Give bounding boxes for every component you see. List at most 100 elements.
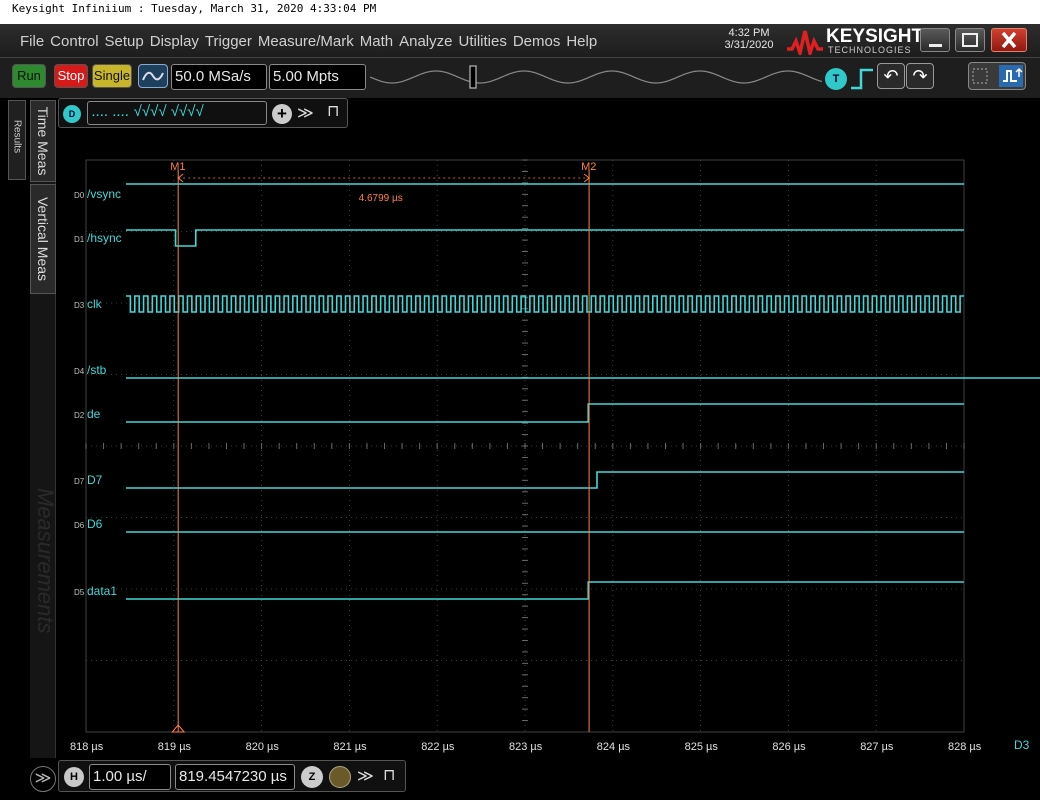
waveform-d1: [126, 229, 964, 247]
toolbar: Run Stop Single 50.0 MSa/s 5.00 Mpts T ↶…: [0, 58, 1040, 98]
redo-button[interactable]: ↷: [906, 63, 934, 89]
keysight-wave-icon: [787, 30, 823, 55]
channel-id: D2: [74, 411, 85, 420]
time-tick-label: 822 µs: [421, 741, 455, 753]
waveforms: [126, 183, 1040, 600]
menu-bar: File Control Setup Display Trigger Measu…: [0, 24, 1040, 58]
time-tick-label: 818 µs: [70, 741, 104, 753]
trigger-badge[interactable]: T: [825, 68, 847, 90]
bottom-bar: ≫ H 1.00 µs/ 819.4547230 µs Z ≫ ⊓: [0, 758, 1040, 800]
bus-bar: D .... .... √√√√ √√√√ + ≫ ⊓: [58, 98, 348, 128]
results-tab[interactable]: Results: [8, 100, 26, 180]
waveform-d3: [126, 295, 964, 313]
bus-expand-button[interactable]: ≫: [297, 103, 314, 123]
main-menu: File Control Setup Display Trigger Measu…: [20, 33, 597, 50]
horizontal-badge[interactable]: H: [64, 767, 84, 787]
add-bus-button[interactable]: +: [272, 104, 292, 124]
time-tick-label: 823 µs: [509, 741, 543, 753]
zoom-button[interactable]: Z: [301, 766, 323, 788]
waveform-d5: [126, 581, 964, 600]
bus-pin-button[interactable]: ⊓: [327, 101, 339, 121]
axis-channel-label: D3: [1014, 738, 1030, 752]
channel-label: D7: [87, 473, 103, 487]
window-caption: Keysight Infiniium : Tuesday, March 31, …: [0, 0, 1040, 24]
channel-labels: D0/vsync D1/hsync D3 clk D4/stb D2 de D7 D7 D6 D6 D…: [74, 187, 122, 598]
menu-analyze[interactable]: Analyze: [399, 33, 452, 50]
time-tick-label: 825 µs: [685, 741, 719, 753]
channel-id: D0: [74, 191, 85, 200]
acquisition-icon: [142, 71, 164, 81]
marker-label: M1: [170, 161, 185, 173]
position-knob-icon[interactable]: [329, 766, 351, 788]
menu-trigger[interactable]: Trigger: [205, 33, 252, 50]
close-button[interactable]: [991, 28, 1027, 52]
markers[interactable]: M1 M2 4.6799 µs: [170, 161, 596, 733]
undo-button[interactable]: ↶: [877, 63, 905, 89]
maximize-icon: [962, 33, 978, 47]
marker-label: M2: [581, 161, 596, 173]
waveform-d2: [126, 403, 964, 423]
time-tick-label: 821 µs: [333, 741, 367, 753]
maximize-button[interactable]: [955, 28, 985, 52]
time-tick-label: 827 µs: [860, 741, 894, 753]
memory-depth-field[interactable]: 5.00 Mpts: [269, 64, 366, 90]
layout-button[interactable]: [968, 62, 1026, 90]
minimize-button[interactable]: [920, 28, 950, 52]
menu-setup[interactable]: Setup: [105, 33, 144, 50]
channel-label: data1: [87, 584, 117, 598]
channel-label: de: [87, 407, 101, 421]
menu-file[interactable]: File: [20, 33, 44, 50]
menu-measure-mark[interactable]: Measure/Mark: [258, 33, 354, 50]
acquisition-mode-button[interactable]: [138, 64, 168, 88]
tab-vertical-meas[interactable]: Vertical Meas: [30, 184, 56, 294]
sample-rate-field[interactable]: 50.0 MSa/s: [171, 64, 267, 90]
menu-help[interactable]: Help: [566, 33, 597, 50]
stop-button[interactable]: Stop: [54, 64, 88, 88]
minimize-icon: [929, 44, 942, 47]
waveform-display[interactable]: D0/vsync D1/hsync D3 clk D4/stb D2 de D7 D7 D6 D6 D…: [60, 130, 1040, 758]
menu-demos[interactable]: Demos: [513, 33, 561, 50]
measurements-watermark: Measurements: [33, 488, 58, 634]
menu-math[interactable]: Math: [360, 33, 393, 50]
delta-label: 4.6799 µs: [359, 193, 403, 204]
time-tick-label: 820 µs: [246, 741, 280, 753]
tab-time-meas[interactable]: Time Meas: [30, 100, 56, 182]
brand-subtitle: TECHNOLOGIES: [828, 45, 912, 55]
layout-icon: [972, 65, 1023, 87]
rising-edge-icon[interactable]: [849, 66, 875, 92]
time-tick-label: 824 µs: [597, 741, 631, 753]
channel-label: /hsync: [87, 231, 122, 245]
single-button[interactable]: Single: [92, 64, 132, 88]
bus-pattern-field[interactable]: .... .... √√√√ √√√√: [87, 101, 267, 125]
channel-id: D4: [74, 367, 85, 376]
channel-label: /vsync: [87, 187, 121, 201]
menu-control[interactable]: Control: [50, 33, 98, 50]
horizontal-controls: H 1.00 µs/ 819.4547230 µs Z ≫ ⊓: [58, 760, 406, 792]
channel-id: D1: [74, 235, 85, 244]
channel-label: /stb: [87, 363, 107, 377]
bus-badge[interactable]: D: [63, 105, 81, 123]
measurements-panel: Time Meas Vertical Meas Measurements: [30, 100, 58, 764]
channel-id: D5: [74, 588, 85, 597]
channel-label: clk: [87, 297, 103, 311]
expand-panel-button[interactable]: ≫: [30, 766, 56, 792]
tab-time-meas-label: Time Meas: [35, 106, 51, 176]
waveform-d7: [126, 471, 964, 489]
tab-vertical-meas-label: Vertical Meas: [35, 196, 51, 282]
horizontal-expand-button[interactable]: ≫: [357, 766, 374, 786]
menu-display[interactable]: Display: [150, 33, 199, 50]
run-button[interactable]: Run: [12, 64, 46, 88]
acquisition-overview[interactable]: [370, 64, 822, 90]
time-axis: 818 µs 819 µs 820 µs 821 µs 822 µs 823 µs 824 …: [70, 738, 1030, 753]
horizontal-pin-button[interactable]: ⊓: [383, 765, 395, 785]
channel-id: D6: [74, 521, 85, 530]
channel-label: D6: [87, 517, 103, 531]
grid: [85, 159, 965, 733]
clock: 4:32 PM 3/31/2020: [712, 27, 786, 51]
time-tick-label: 826 µs: [772, 741, 806, 753]
horizontal-position-field[interactable]: 819.4547230 µs: [175, 764, 295, 790]
channel-id: D7: [74, 477, 85, 486]
menu-utilities[interactable]: Utilities: [458, 33, 506, 50]
close-icon: [1001, 31, 1017, 49]
horizontal-scale-field[interactable]: 1.00 µs/: [89, 764, 171, 790]
